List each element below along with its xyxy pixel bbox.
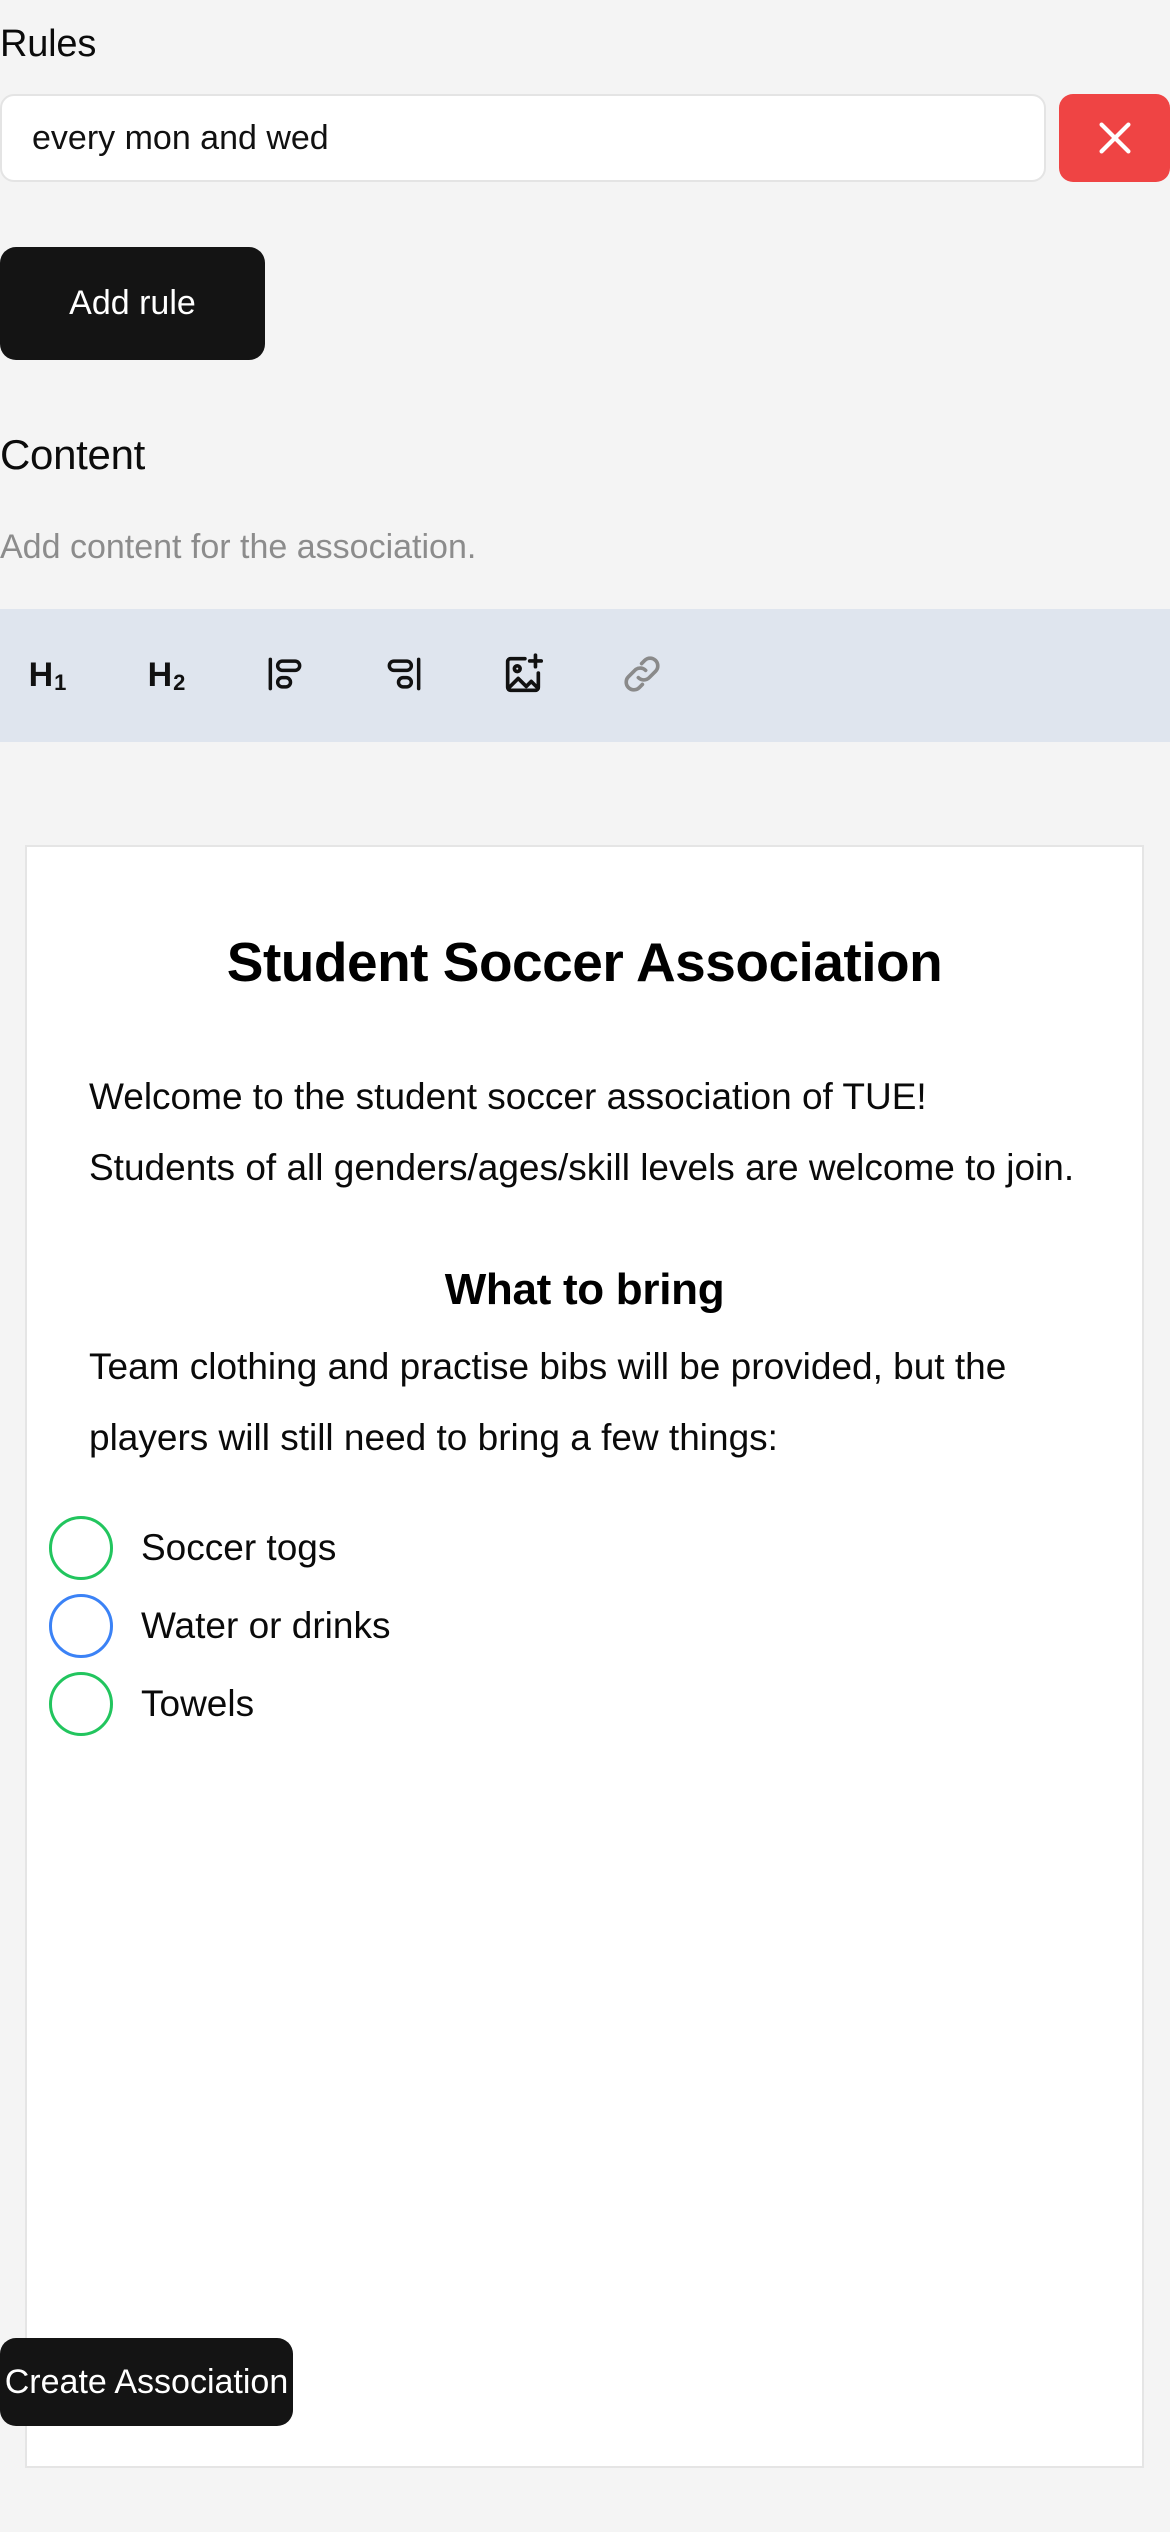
checklist-item-label: Towels (141, 1683, 255, 1724)
preview-checklist: Soccer togs Water or drinks Towels (27, 1509, 1142, 1743)
align-left-icon (263, 652, 307, 699)
checklist-item-label: Water or drinks (141, 1605, 391, 1646)
toolbar-align-left-button[interactable] (248, 639, 322, 713)
rule-row (0, 94, 1170, 182)
preview-title: Student Soccer Association (226, 931, 943, 993)
align-right-icon (382, 652, 426, 699)
rule-input[interactable] (0, 94, 1046, 182)
content-preview-card[interactable]: Student Soccer Association Welcome to th… (25, 845, 1144, 2468)
content-section-description: Add content for the association. (0, 528, 477, 566)
create-association-button[interactable]: Create Association (0, 2338, 293, 2426)
heading-1-icon: H1 (28, 656, 67, 695)
checklist-item[interactable]: Towels (27, 1665, 1142, 1743)
checklist-item[interactable]: Soccer togs (27, 1509, 1142, 1587)
checklist-item-label: Soccer togs (141, 1527, 337, 1568)
rule-delete-button[interactable] (1059, 94, 1170, 182)
preview-body-paragraph: Team clothing and practise bibs will be … (89, 1346, 1007, 1458)
rules-section-label: Rules (0, 23, 97, 65)
checkbox-circle-icon[interactable] (49, 1672, 113, 1736)
toolbar-heading-1-button[interactable]: H1 (10, 639, 84, 713)
add-image-icon (500, 651, 546, 700)
toolbar-heading-2-button[interactable]: H2 (129, 639, 203, 713)
checkbox-circle-icon[interactable] (49, 1594, 113, 1658)
close-icon (1092, 115, 1138, 161)
editor-toolbar: H1 H2 (0, 609, 1170, 742)
link-icon (619, 651, 665, 700)
heading-2-icon: H2 (147, 656, 186, 695)
toolbar-add-image-button[interactable] (486, 639, 560, 713)
content-section-label: Content (0, 431, 146, 478)
preview-subheading: What to bring (444, 1265, 725, 1314)
checklist-item[interactable]: Water or drinks (27, 1587, 1142, 1665)
toolbar-align-right-button[interactable] (367, 639, 441, 713)
toolbar-add-link-button[interactable] (605, 639, 679, 713)
checkbox-circle-icon[interactable] (49, 1516, 113, 1580)
add-rule-button[interactable]: Add rule (0, 247, 265, 360)
preview-intro-paragraph: Welcome to the student soccer associatio… (89, 1076, 1075, 1188)
create-association-screen: Rules Add rule Content Add content for t… (0, 0, 1170, 2532)
